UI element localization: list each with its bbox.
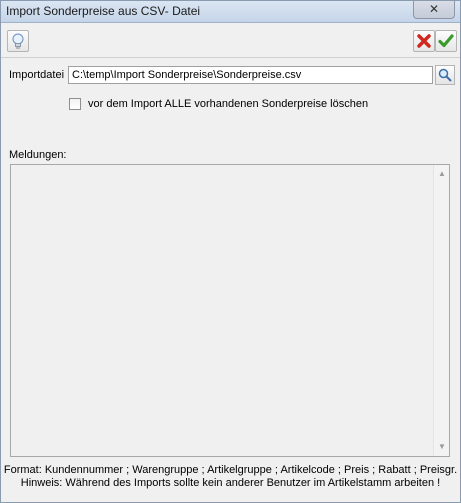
importfile-label: Importdatei [9, 69, 65, 81]
lightbulb-icon [12, 33, 24, 49]
green-check-icon [438, 34, 454, 48]
importfile-input[interactable]: C:\temp\Import Sonderpreise\Sonderpreise… [68, 66, 433, 84]
toolbar [1, 24, 460, 58]
messages-scrollbar[interactable]: ▲ ▼ [433, 165, 449, 456]
messages-label: Meldungen: [9, 149, 67, 161]
close-button[interactable]: ✕ [413, 1, 455, 19]
hint-button[interactable] [7, 30, 29, 52]
format-hint: Format: Kundennummer ; Warengruppe ; Art… [3, 464, 458, 476]
scroll-up-icon[interactable]: ▲ [434, 167, 450, 181]
magnifier-icon [438, 68, 452, 82]
scroll-down-icon[interactable]: ▼ [434, 440, 450, 454]
ok-button[interactable] [435, 30, 457, 52]
delete-existing-checkbox[interactable] [69, 98, 81, 110]
messages-box[interactable]: ▲ ▼ [10, 164, 450, 457]
cancel-button[interactable] [413, 30, 435, 52]
import-warning: Hinweis: Während des Imports sollte kein… [20, 477, 441, 489]
title-bar: Import Sonderpreise aus CSV- Datei ✕ [1, 1, 460, 23]
window-title: Import Sonderpreise aus CSV- Datei [6, 4, 201, 18]
close-icon: ✕ [428, 2, 440, 16]
red-x-icon [417, 34, 431, 48]
delete-existing-label[interactable]: vor dem Import ALLE vorhandenen Sonderpr… [88, 98, 368, 110]
import-dialog-window: Import Sonderpreise aus CSV- Datei ✕ Imp… [0, 0, 461, 503]
browse-button[interactable] [435, 65, 455, 85]
